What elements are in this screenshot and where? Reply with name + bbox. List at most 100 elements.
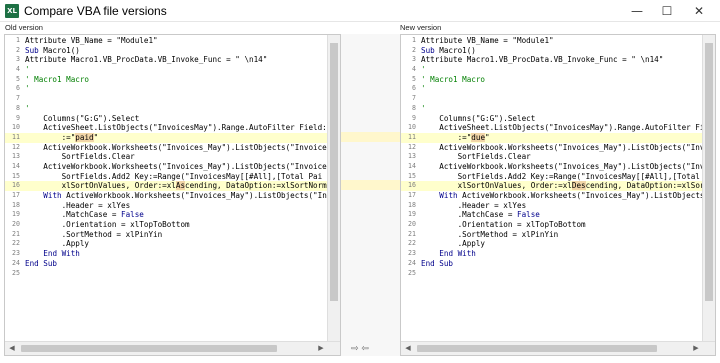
code-line[interactable]: 21 .SortMethod = xlPinYin — [5, 230, 327, 240]
code-line[interactable]: 1 Attribute VB_Name = "Module1" — [401, 36, 702, 46]
code-line[interactable]: 22 .Apply — [401, 239, 702, 249]
code-line[interactable]: 20 .Orientation = xlTopToBottom — [5, 220, 327, 230]
old-vertical-scrollbar[interactable] — [327, 35, 340, 342]
minimize-button[interactable]: — — [622, 0, 652, 22]
code-line[interactable]: 24 End Sub — [5, 259, 327, 269]
maximize-button[interactable]: ☐ — [652, 0, 682, 22]
code-line[interactable]: 14 ActiveWorkbook.Worksheets("Invoices_M… — [5, 162, 327, 172]
code-line[interactable]: 12 ActiveWorkbook.Worksheets("Invoices_M… — [5, 143, 331, 153]
line-number: 1 — [16, 36, 20, 44]
code-line[interactable]: 9 Columns("G:G").Select — [5, 114, 327, 124]
code-line[interactable]: 24 End Sub — [401, 259, 702, 269]
code-line[interactable]: 4 ' — [5, 65, 327, 75]
line-number: 13 — [408, 152, 416, 161]
new-horizontal-scroll-thumb[interactable] — [417, 345, 657, 352]
code-text: .Header = xlYes — [421, 200, 527, 210]
line-number: 20 — [408, 220, 416, 229]
new-vertical-scroll-thumb[interactable] — [705, 43, 713, 301]
old-code-view[interactable]: 1 Attribute VB_Name = "Module1" 2 Sub Macro… — [5, 36, 331, 279]
code-line[interactable]: 5 ' Macro1 Macro — [401, 75, 702, 85]
code-line[interactable]: 11 :="paid" — [5, 132, 327, 143]
code-text: End With — [43, 249, 80, 259]
code-line[interactable]: 11 :="due" — [401, 132, 702, 143]
line-number: 7 — [412, 94, 416, 103]
code-line[interactable]: 10 ActiveSheet.ListObjects("InvoicesMay"… — [401, 123, 715, 133]
code-text: ' — [421, 103, 426, 113]
code-line[interactable]: 9 Columns("G:G").Select — [401, 114, 702, 124]
code-line[interactable]: 22 .Apply — [5, 239, 327, 249]
code-text: Attribute Macro1.VB_ProcData.VB_Invoke_F… — [25, 55, 268, 65]
code-text: Attribute VB_Name = "Module1" — [421, 36, 554, 45]
code-line[interactable]: 19 .MatchCase = False — [5, 210, 327, 220]
code-line[interactable]: 17 With ActiveWorkbook.Worksheets("Invoi… — [401, 191, 715, 201]
code-line[interactable]: 15 SortFields.Add2 Key:=Range("InvoicesM… — [401, 172, 715, 182]
code-line[interactable]: 8 ' — [401, 104, 702, 114]
change-marker — [341, 180, 400, 190]
copy-to-right-icon[interactable]: ⇨ — [351, 344, 359, 354]
code-line[interactable]: 13 SortFields.Clear — [401, 152, 702, 162]
code-line[interactable]: 10 ActiveSheet.ListObjects("InvoicesMay"… — [5, 123, 331, 133]
code-line[interactable]: 23 End With — [5, 249, 327, 259]
code-line[interactable]: 8 ' — [5, 104, 327, 114]
line-number: 17 — [408, 191, 416, 199]
code-line[interactable]: 18 .Header = xlYes — [5, 201, 327, 211]
code-line[interactable]: 14 ActiveWorkbook.Worksheets("Invoices_M… — [401, 162, 715, 172]
code-line[interactable]: 3 Attribute Macro1.VB_ProcData.VB_Invoke_… — [401, 55, 702, 65]
code-line[interactable]: 7 — [5, 94, 327, 104]
code-text: .SortMethod = xlPinYin — [25, 229, 163, 239]
excel-app-icon: XL — [5, 4, 19, 18]
scroll-right-arrow-icon[interactable]: ▶ — [314, 342, 328, 355]
code-text: Columns("G:G").Select — [421, 113, 536, 123]
code-line[interactable]: 1 Attribute VB_Name = "Module1" — [5, 36, 327, 46]
code-line[interactable]: 20 .Orientation = xlTopToBottom — [401, 220, 702, 230]
code-line[interactable]: 17 With ActiveWorkbook.Worksheets("Invoi… — [5, 191, 327, 201]
old-version-pane[interactable]: 1 Attribute VB_Name = "Module1" 2 Sub Macro… — [4, 34, 341, 356]
code-text: ' — [25, 65, 30, 75]
code-line[interactable]: 2 Sub Macro1() — [5, 46, 327, 56]
new-version-pane[interactable]: 1 Attribute VB_Name = "Module1" 2 Sub Macro… — [400, 34, 716, 356]
old-horizontal-scroll-thumb[interactable] — [21, 345, 277, 352]
code-line[interactable]: 2 Sub Macro1() — [401, 46, 702, 56]
new-code-view[interactable]: 1 Attribute VB_Name = "Module1" 2 Sub Macro… — [401, 36, 715, 279]
line-number: 5 — [412, 74, 416, 83]
diff-connector-gutter: ⇨ ⇦ — [341, 34, 400, 356]
line-number: 23 — [408, 249, 416, 258]
close-button[interactable]: ✕ — [684, 0, 714, 22]
line-number: 21 — [12, 229, 20, 238]
new-vertical-scrollbar[interactable] — [702, 35, 715, 342]
code-line[interactable]: 19 .MatchCase = False — [401, 210, 702, 220]
code-line[interactable]: 16 xlSortOnValues, Order:=xlAscending, D… — [5, 181, 327, 191]
code-text: ' — [25, 103, 30, 113]
scroll-left-arrow-icon[interactable]: ◀ — [401, 342, 415, 355]
code-line[interactable]: 6 ' — [5, 84, 327, 94]
code-line[interactable]: 12 ActiveWorkbook.Worksheets("Invoices_M… — [401, 143, 715, 153]
code-line[interactable]: 23 End With — [401, 249, 702, 259]
code-text: Attribute VB_Name = "Module1" — [25, 36, 158, 45]
old-vertical-scroll-thumb[interactable] — [330, 43, 338, 301]
code-text: End With — [439, 249, 476, 259]
old-horizontal-scrollbar[interactable]: ◀ ▶ — [5, 341, 340, 355]
code-text: :="paid" — [25, 132, 99, 142]
scroll-left-arrow-icon[interactable]: ◀ — [5, 342, 19, 355]
code-text: ActiveWorkbook.Worksheets("Invoices_May"… — [25, 161, 327, 171]
code-line[interactable]: 13 SortFields.Clear — [5, 152, 327, 162]
code-line[interactable]: 5 ' Macro1 Macro — [5, 75, 327, 85]
code-text: xlSortOnValues, Order:=xlDescending, Dat… — [421, 181, 716, 191]
code-line[interactable]: 15 SortFields.Add2 Key:=Range("InvoicesM… — [5, 172, 327, 182]
code-line[interactable]: 21 .SortMethod = xlPinYin — [401, 230, 702, 240]
new-horizontal-scrollbar[interactable]: ◀ ▶ — [401, 341, 715, 355]
code-line[interactable]: 25 — [401, 269, 702, 279]
code-line[interactable]: 18 .Header = xlYes — [401, 201, 702, 211]
line-number: 18 — [12, 200, 20, 209]
code-text: Attribute Macro1.VB_ProcData.VB_Invoke_F… — [421, 55, 664, 65]
code-line[interactable]: 25 — [5, 269, 327, 279]
line-number: 24 — [408, 258, 416, 267]
code-line[interactable]: 7 — [401, 94, 702, 104]
code-line[interactable]: 3 Attribute Macro1.VB_ProcData.VB_Invoke_… — [5, 55, 327, 65]
code-text: Sub Macro1() — [421, 45, 476, 55]
code-line[interactable]: 4 ' — [401, 65, 702, 75]
copy-to-left-icon[interactable]: ⇦ — [361, 344, 369, 354]
scroll-right-arrow-icon[interactable]: ▶ — [689, 342, 703, 355]
code-line[interactable]: 16 xlSortOnValues, Order:=xlDescending, … — [401, 181, 715, 191]
code-line[interactable]: 6 ' — [401, 84, 702, 94]
